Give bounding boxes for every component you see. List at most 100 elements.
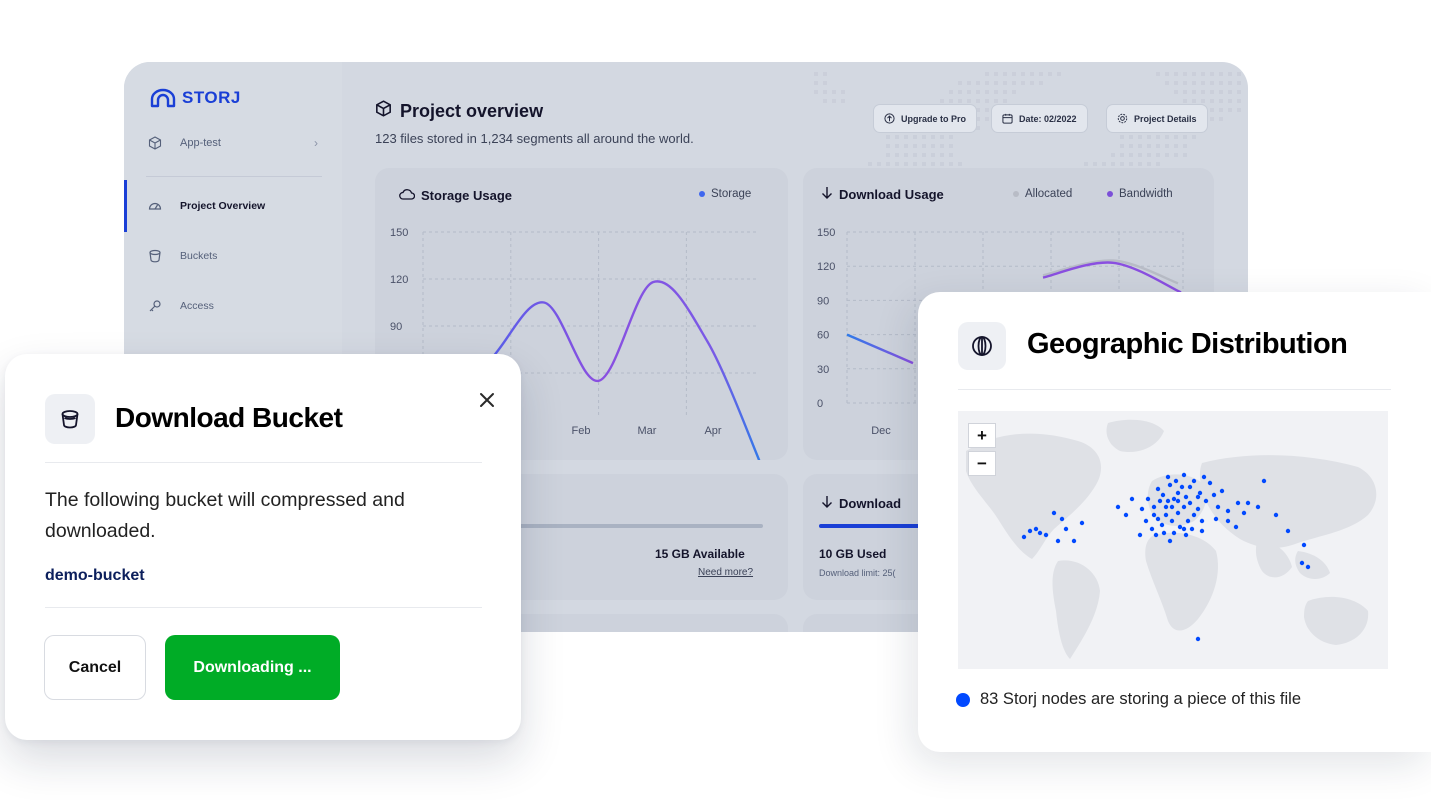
node-marker xyxy=(1129,496,1135,502)
background-dot xyxy=(958,99,962,103)
background-dot xyxy=(814,72,818,76)
world-map[interactable]: + − xyxy=(958,411,1388,669)
storj-logo-icon xyxy=(150,88,176,108)
project-selector[interactable]: App-test › xyxy=(148,136,318,150)
background-dot xyxy=(1228,81,1232,85)
background-dot xyxy=(1084,162,1088,166)
node-marker xyxy=(1201,474,1207,480)
background-dot xyxy=(985,117,989,121)
background-dot xyxy=(1129,162,1133,166)
background-dot xyxy=(1102,162,1106,166)
y-tick-label: 90 xyxy=(817,295,829,307)
key-icon xyxy=(148,299,162,313)
map-land-australia xyxy=(1304,596,1369,645)
node-marker xyxy=(1195,506,1201,512)
background-dot xyxy=(967,90,971,94)
sidebar-item-access[interactable]: Access xyxy=(124,290,342,322)
background-dot xyxy=(1138,153,1142,157)
background-dot xyxy=(1201,81,1205,85)
background-dot xyxy=(1012,72,1016,76)
background-dot xyxy=(994,72,998,76)
background-dot xyxy=(832,99,836,103)
node-marker xyxy=(1273,512,1279,518)
background-dot xyxy=(904,153,908,157)
background-dot xyxy=(922,153,926,157)
background-dot xyxy=(832,90,836,94)
x-tick-label: Apr xyxy=(704,425,721,437)
node-marker xyxy=(1225,518,1231,524)
background-dot xyxy=(1228,108,1232,112)
world-map-graphic xyxy=(966,419,1377,659)
date-label: Date: 02/2022 xyxy=(1019,113,1077,124)
background-dot xyxy=(1192,81,1196,85)
node-marker xyxy=(1169,518,1175,524)
background-dot xyxy=(1111,162,1115,166)
background-dot xyxy=(913,162,917,166)
sidebar-item-project-overview[interactable]: Project Overview xyxy=(124,180,342,232)
node-marker xyxy=(1167,482,1173,488)
node-marker xyxy=(1245,500,1251,506)
background-dot xyxy=(949,99,953,103)
node-marker xyxy=(1165,498,1171,504)
map-land-asia xyxy=(1199,455,1377,548)
downloading-button[interactable]: Downloading ... xyxy=(165,635,340,700)
node-marker xyxy=(1143,518,1149,524)
background-dot xyxy=(904,144,908,148)
background-dot xyxy=(904,135,908,139)
background-dot xyxy=(1138,144,1142,148)
page-title: Project overview xyxy=(375,100,543,122)
background-dot xyxy=(1210,90,1214,94)
storj-logo[interactable]: STORJ xyxy=(150,88,241,108)
node-marker xyxy=(1181,526,1187,532)
node-marker xyxy=(1197,490,1203,496)
background-dot xyxy=(940,99,944,103)
sidebar-item-label: Project Overview xyxy=(180,200,266,212)
node-marker xyxy=(1037,530,1043,536)
background-dot xyxy=(841,90,845,94)
cancel-button[interactable]: Cancel xyxy=(44,635,146,700)
background-dot xyxy=(823,72,827,76)
background-dot xyxy=(1228,72,1232,76)
upgrade-button[interactable]: Upgrade to Pro xyxy=(873,104,978,133)
background-dot xyxy=(1003,81,1007,85)
background-dot xyxy=(1228,90,1232,94)
node-marker xyxy=(1225,508,1231,514)
zoom-out-button[interactable]: − xyxy=(968,451,996,476)
zoom-in-button[interactable]: + xyxy=(968,423,996,448)
background-dot xyxy=(967,81,971,85)
need-more-link[interactable]: Need more? xyxy=(698,567,753,578)
node-marker xyxy=(1043,532,1049,538)
x-tick-label: Mar xyxy=(638,425,657,437)
geo-footer-text: 83 Storj nodes are storing a piece of th… xyxy=(980,690,1302,708)
project-details-button[interactable]: Project Details xyxy=(1106,104,1208,133)
background-dot xyxy=(886,135,890,139)
background-dot xyxy=(1003,72,1007,76)
background-dot xyxy=(949,153,953,157)
node-marker xyxy=(1181,472,1187,478)
bandwidth-series-line xyxy=(1042,261,1182,294)
modal-divider xyxy=(45,607,482,608)
gear-icon xyxy=(1117,113,1128,124)
background-dot xyxy=(1039,72,1043,76)
background-dot xyxy=(1201,72,1205,76)
background-dot xyxy=(1174,81,1178,85)
node-marker xyxy=(1167,538,1173,544)
download-limit-note: Download limit: 25( xyxy=(819,568,896,578)
y-tick-label: 30 xyxy=(817,364,829,376)
date-button[interactable]: Date: 02/2022 xyxy=(991,104,1088,133)
background-dot xyxy=(1219,108,1223,112)
sidebar-item-buckets[interactable]: Buckets xyxy=(124,240,342,272)
node-marker xyxy=(1027,528,1033,534)
background-dot xyxy=(1183,81,1187,85)
background-dot xyxy=(967,99,971,103)
background-dot xyxy=(1120,144,1124,148)
node-marker xyxy=(1071,538,1077,544)
map-land-africa xyxy=(1145,532,1218,631)
close-icon[interactable] xyxy=(475,388,499,412)
background-dot xyxy=(823,90,827,94)
background-dot xyxy=(1174,144,1178,148)
background-dot xyxy=(1183,153,1187,157)
background-dot xyxy=(985,99,989,103)
node-marker xyxy=(1255,504,1261,510)
background-dot xyxy=(1219,72,1223,76)
